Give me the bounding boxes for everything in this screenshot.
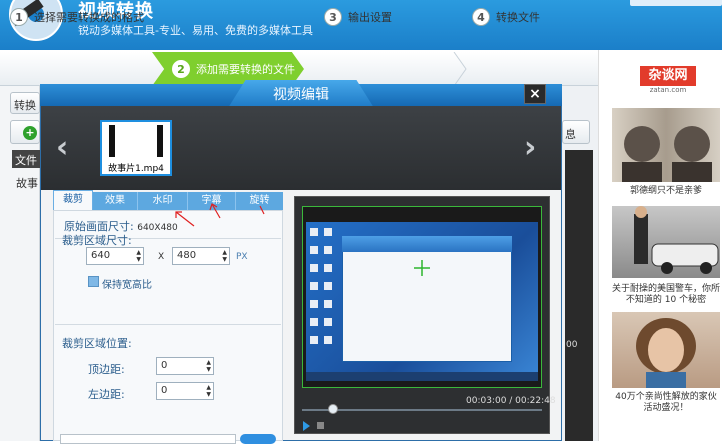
chevron-right-icon[interactable]: ›: [524, 130, 536, 165]
step-label: 转换文件: [496, 11, 540, 24]
step-1[interactable]: 1 选择需要转换成的格式: [10, 0, 152, 34]
left-margin-input[interactable]: 0 ▲ ▼: [156, 382, 214, 400]
ad-caption-2[interactable]: 关于耐操的美国警车，你所不知道的 10 个秘密: [612, 284, 720, 306]
file-column-header: 文件: [12, 150, 40, 168]
top-margin-input[interactable]: 0 ▲ ▼: [156, 357, 214, 375]
thumbnail-label: 故事片1.mp4: [108, 164, 164, 174]
video-thumbnail[interactable]: 故事片1.mp4: [100, 120, 172, 176]
left-margin-value: 0: [161, 385, 168, 396]
step-4[interactable]: 4 转换文件: [472, 0, 582, 34]
file-row[interactable]: 故事: [16, 175, 38, 191]
step-label: 添加需要转换的文件: [196, 63, 295, 76]
preview-time: 00:03:00 / 00:22:48: [466, 396, 556, 406]
brand-logo[interactable]: 杂谈网 zatan.com: [640, 66, 696, 96]
spin-down-icon[interactable]: ▼: [136, 256, 141, 263]
spin-down-icon[interactable]: ▼: [206, 366, 211, 373]
step-number: 2: [172, 60, 190, 78]
stop-icon[interactable]: [317, 422, 324, 429]
plus-icon: +: [23, 126, 37, 140]
spin-down-icon[interactable]: ▼: [206, 391, 211, 398]
apply-dropdown[interactable]: [60, 434, 236, 444]
tab-effect[interactable]: 效果: [93, 192, 138, 210]
brand-domain: zatan.com: [649, 86, 687, 94]
woman-portrait-icon: [636, 318, 696, 388]
thumbnail-frame: [109, 125, 163, 157]
divider: [55, 324, 281, 325]
spin-up-icon[interactable]: ▲: [206, 384, 211, 391]
spin-up-icon[interactable]: ▲: [222, 249, 227, 256]
top-margin-label: 顶边距:: [88, 363, 125, 376]
info-button[interactable]: 息: [562, 120, 590, 144]
preview-progress-track[interactable]: [302, 409, 542, 411]
play-icon[interactable]: [303, 421, 310, 431]
crop-height-value: 480: [177, 250, 197, 261]
preview-window: [342, 236, 512, 362]
top-margin-value: 0: [161, 360, 168, 371]
crop-width-value: 640: [91, 250, 111, 261]
player-area: [565, 150, 593, 441]
annotation-arrows: [175, 203, 265, 227]
preview-taskbar: [306, 372, 538, 381]
close-button[interactable]: ×: [524, 84, 546, 104]
ad-caption-3[interactable]: 40万个亲尚性解放的家伙活动盛况！: [612, 392, 720, 414]
keep-ratio-checkbox[interactable]: [88, 276, 99, 287]
preview-window-titlebar: [342, 236, 512, 252]
crop-size-label: 裁剪区域尺寸:: [62, 234, 132, 247]
spin-up-icon[interactable]: ▲: [136, 249, 141, 256]
chevron-left-icon[interactable]: ‹: [56, 130, 68, 165]
step-label: 选择需要转换成的格式: [34, 11, 144, 24]
ad-image-2[interactable]: [612, 206, 720, 278]
portrait-icon: [622, 126, 712, 182]
apply-button[interactable]: [240, 434, 276, 444]
crosshair-icon[interactable]: [412, 258, 432, 278]
window-controls[interactable]: [630, 0, 722, 6]
size-separator: X: [158, 252, 165, 262]
dialog-title: 视频编辑: [273, 87, 329, 103]
police-car-icon: [634, 206, 719, 274]
step-number: 4: [472, 8, 490, 26]
left-margin-label: 左边距:: [88, 388, 125, 401]
size-unit: PX: [236, 252, 248, 262]
annotation-arrow: [259, 205, 265, 215]
step-label: 输出设置: [348, 11, 392, 24]
step-number: 1: [10, 8, 28, 26]
tab-crop[interactable]: 裁剪: [53, 190, 93, 210]
annotation-arrow: [175, 211, 195, 227]
player-time: 00: [566, 340, 578, 350]
ad-image-3[interactable]: [612, 312, 720, 388]
step-3[interactable]: 3 输出设置: [324, 0, 444, 34]
chevron-right-icon: [453, 52, 467, 86]
add-file-button[interactable]: +: [10, 120, 40, 144]
brand-name: 杂谈网: [640, 66, 696, 86]
keep-ratio-label: 保持宽高比: [102, 280, 152, 291]
ad-image-1[interactable]: [612, 108, 720, 182]
ad-caption-1[interactable]: 郭德纲只不是亲爹: [612, 186, 720, 197]
crop-position-label: 裁剪区域位置:: [62, 337, 132, 350]
spin-up-icon[interactable]: ▲: [206, 359, 211, 366]
crop-width-input[interactable]: 640 ▲ ▼: [86, 247, 144, 265]
convert-button[interactable]: 转换: [10, 92, 40, 114]
crop-height-input[interactable]: 480 ▲ ▼: [172, 247, 230, 265]
desktop-icons: [310, 228, 332, 344]
spin-down-icon[interactable]: ▼: [222, 256, 227, 263]
step-number: 3: [324, 8, 342, 26]
